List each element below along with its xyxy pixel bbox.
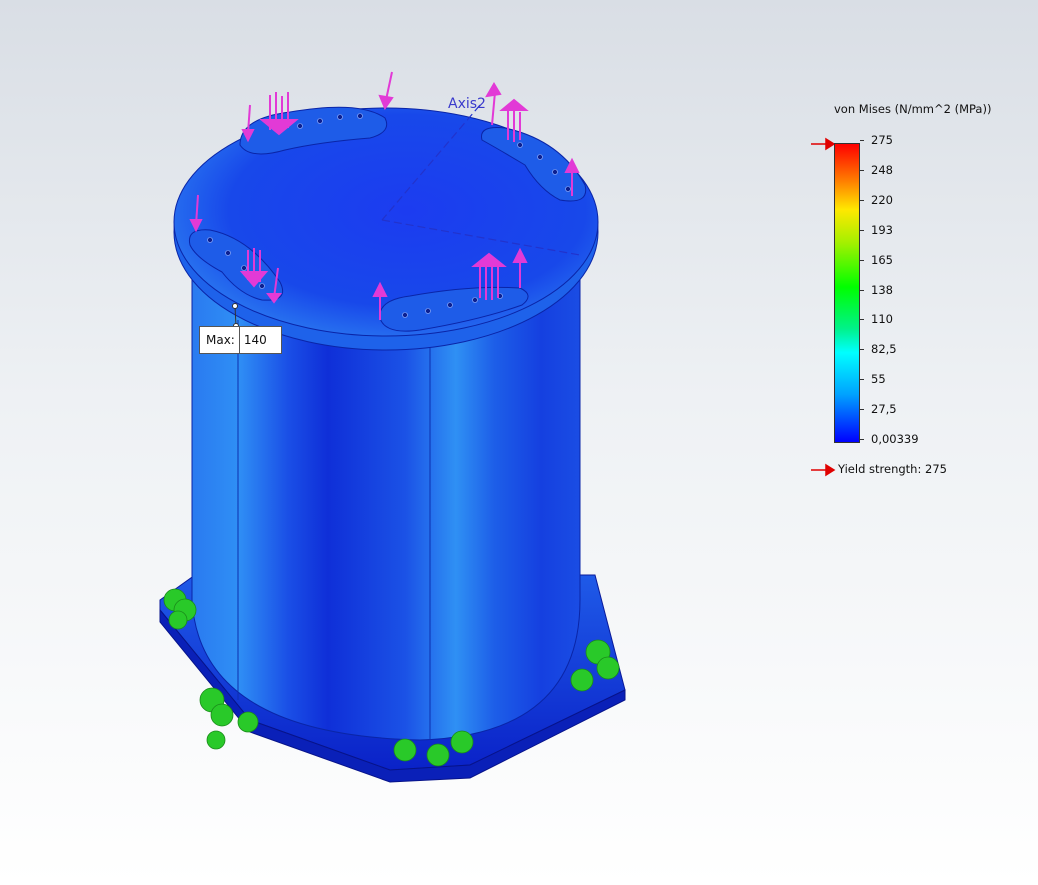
axis2-label[interactable]: Axis2 [448, 96, 486, 112]
colorbar-tick-label: 27,5 [871, 402, 897, 417]
colorbar-tick-label: 165 [871, 252, 893, 267]
colorbar-tick-mark [860, 319, 864, 321]
colorbar-tick-mark [860, 349, 864, 351]
max-probe-tag[interactable]: Max: 140 [199, 326, 282, 354]
colorbar-tick-mark [860, 169, 864, 171]
colorbar-tick-mark [860, 439, 864, 440]
colorbar-tick-label: 138 [871, 282, 893, 297]
colorbar-tick-label: 193 [871, 222, 893, 237]
colorbar [834, 143, 860, 443]
legend-title: von Mises (N/mm^2 (MPa)) [834, 102, 992, 116]
colorbar-tick-mark [860, 409, 864, 411]
colorbar-tick-mark [860, 259, 864, 261]
colorbar-top-marker [811, 137, 836, 151]
colorbar-tick-label: 275 [871, 133, 893, 147]
colorbar-tick-label: 82,5 [871, 342, 897, 357]
colorbar-tick-label: 110 [871, 312, 893, 327]
colorbar-tick-label: 55 [871, 372, 886, 387]
max-probe-value: 140 [243, 333, 267, 347]
colorbar-tick-mark [860, 289, 864, 291]
yield-marker [811, 463, 836, 477]
colorbar-tick-label: 0,00339 [871, 432, 919, 446]
colorbar-tick-mark [860, 229, 864, 231]
colorbar-tick-label: 220 [871, 192, 893, 207]
colorbar-tick-mark [860, 140, 864, 141]
yield-strength-label: Yield strength: 275 [838, 462, 947, 476]
colorbar-tick-label: 248 [871, 162, 893, 177]
max-probe-label: Max: [200, 327, 240, 353]
colorbar-tick-mark [860, 199, 864, 201]
colorbar-tick-mark [860, 379, 864, 381]
